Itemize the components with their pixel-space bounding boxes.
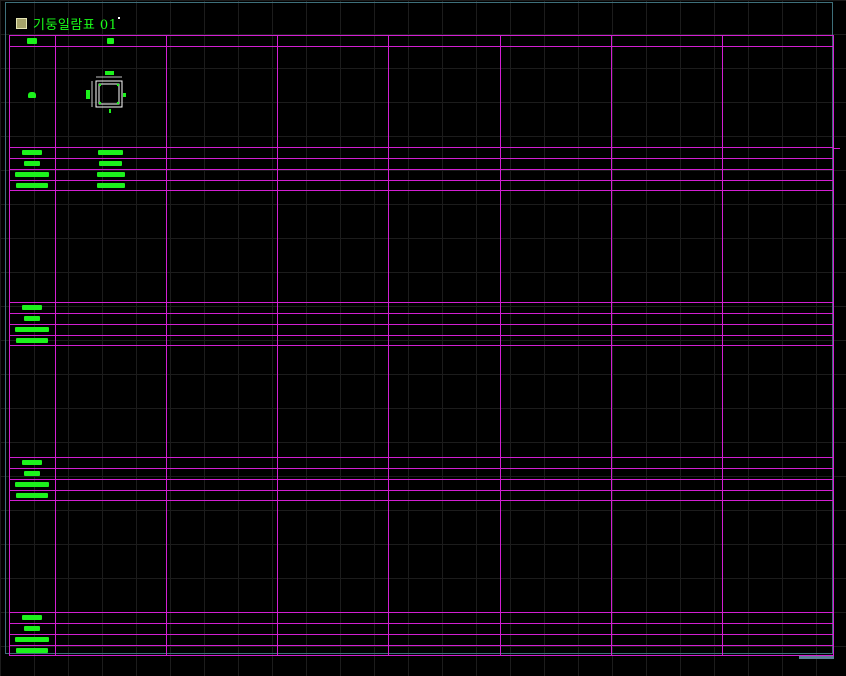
row-label-mark[interactable] bbox=[15, 172, 49, 177]
table-column-line bbox=[611, 35, 612, 655]
cell-value-mark[interactable] bbox=[99, 161, 122, 166]
table-row-line bbox=[9, 169, 834, 170]
table-column-line bbox=[500, 35, 501, 655]
row-label-mark[interactable] bbox=[15, 637, 49, 642]
row-label-mark[interactable] bbox=[24, 471, 40, 476]
table-row-line bbox=[9, 645, 834, 646]
table-column-line bbox=[722, 35, 723, 655]
table-row-line bbox=[9, 490, 834, 491]
cell-value-mark[interactable] bbox=[98, 150, 123, 155]
table-row-line bbox=[9, 190, 834, 191]
table-line-stub bbox=[833, 148, 840, 149]
row-label-mark[interactable] bbox=[16, 648, 48, 653]
row-label-mark[interactable] bbox=[22, 460, 42, 465]
table-row-line bbox=[9, 479, 834, 480]
table-column-line bbox=[55, 35, 56, 655]
header-label-mark[interactable] bbox=[27, 38, 37, 44]
table-row-line bbox=[9, 655, 834, 656]
table-column-line bbox=[833, 35, 834, 655]
row-label-mark[interactable] bbox=[16, 183, 48, 188]
table-row-line bbox=[9, 345, 834, 346]
row-label-mark[interactable] bbox=[24, 626, 40, 631]
table-row-line bbox=[9, 180, 834, 181]
viewport-scale-bar bbox=[799, 656, 834, 659]
row-label-mark[interactable] bbox=[15, 327, 49, 332]
header-label-mark[interactable] bbox=[107, 38, 114, 44]
row-label-mark[interactable] bbox=[24, 316, 40, 321]
drawing-frame bbox=[5, 2, 833, 654]
table-row-line bbox=[9, 302, 834, 303]
table-row-line bbox=[9, 158, 834, 159]
row-label-mark[interactable] bbox=[22, 150, 42, 155]
table-column-line bbox=[9, 35, 10, 655]
row-label-mark[interactable] bbox=[24, 161, 40, 166]
cell-value-mark[interactable] bbox=[97, 172, 125, 177]
column-section-icon[interactable] bbox=[86, 69, 128, 117]
table-row-line bbox=[9, 634, 834, 635]
table-column-line bbox=[166, 35, 167, 655]
row-label-mark[interactable] bbox=[15, 482, 49, 487]
cell-value-mark[interactable] bbox=[97, 183, 125, 188]
table-row-line bbox=[9, 500, 834, 501]
table-row-line bbox=[9, 457, 834, 458]
table-row-line bbox=[9, 147, 834, 148]
title-endpoint-marker bbox=[118, 17, 120, 19]
table-row-line bbox=[9, 313, 834, 314]
table-row-line bbox=[9, 324, 834, 325]
square-layer-icon bbox=[16, 18, 27, 29]
table-row-line bbox=[9, 335, 834, 336]
table-row-line bbox=[9, 35, 834, 36]
table-row-line bbox=[9, 612, 834, 613]
table-row-line bbox=[9, 46, 834, 47]
row-label-mark[interactable] bbox=[16, 338, 48, 343]
row-label-mark[interactable] bbox=[22, 305, 42, 310]
table-column-line bbox=[277, 35, 278, 655]
row-label-mark[interactable] bbox=[16, 493, 48, 498]
floor-label-mark[interactable] bbox=[28, 92, 36, 98]
table-row-line bbox=[9, 468, 834, 469]
table-row-line bbox=[9, 623, 834, 624]
row-label-mark[interactable] bbox=[22, 615, 42, 620]
table-column-line bbox=[388, 35, 389, 655]
drawing-title[interactable]: 기둥일람표 01 bbox=[33, 14, 117, 33]
